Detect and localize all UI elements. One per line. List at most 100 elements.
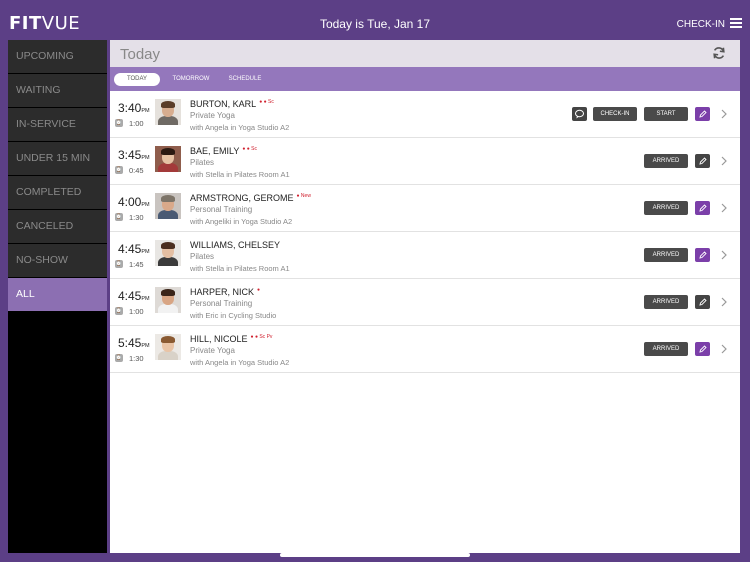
time-ampm: PM (141, 202, 150, 208)
instructor-location: with Angela in Yoga Studio A2 (190, 123, 290, 132)
chevron-right-icon[interactable] (720, 107, 728, 121)
time-value: 4:45 (118, 289, 142, 303)
appointment-time: 3:40PM (118, 101, 150, 115)
duration-icon: ⌚ (115, 166, 123, 174)
tab-schedule[interactable]: SCHEDULE (222, 73, 268, 86)
appointment-duration: 0:45 (129, 166, 144, 175)
checkin-link[interactable]: CHECK-IN (677, 19, 725, 30)
time-ampm: PM (141, 155, 150, 161)
chevron-right-icon[interactable] (720, 201, 728, 215)
chevron-right-icon[interactable] (720, 295, 728, 309)
time-value: 3:40 (118, 101, 142, 115)
pencil-icon[interactable] (695, 201, 710, 215)
status-sidebar: UPCOMING WAITING IN-SERVICE UNDER 15 MIN… (8, 40, 107, 553)
pencil-icon[interactable] (695, 295, 710, 309)
tab-tomorrow[interactable]: TOMORROW (168, 73, 214, 86)
client-name: ARMSTRONG, GEROME (190, 193, 294, 203)
page-title: Today (120, 46, 161, 63)
arrived-button[interactable]: ARRIVED (644, 295, 688, 309)
refresh-icon[interactable] (712, 46, 726, 60)
appointment-row[interactable]: 5:45PM ⌚ 1:30 HILL, NICOLE ● ● Sc Pv Priv… (110, 326, 740, 373)
client-avatar (155, 146, 181, 172)
sidebar-item-under-15-min[interactable]: UNDER 15 MIN (8, 142, 107, 175)
arrived-button[interactable]: ARRIVED (644, 154, 688, 168)
appointment-row[interactable]: 4:00PM ⌚ 1:30 ARMSTRONG, GEROME ● New Per… (110, 185, 740, 232)
time-value: 5:45 (118, 336, 142, 350)
appointment-duration: 1:00 (129, 119, 144, 128)
appointment-time: 4:45PM (118, 289, 150, 303)
appointment-row[interactable]: 4:45PM ⌚ 1:45 WILLIAMS, CHELSEY Pilates … (110, 232, 740, 279)
arrived-button[interactable]: ARRIVED (644, 342, 688, 356)
sidebar-item-all[interactable]: ALL (8, 278, 107, 311)
client-name-line: ARMSTRONG, GEROME ● New (190, 193, 311, 203)
chevron-right-icon[interactable] (720, 154, 728, 168)
pencil-icon[interactable] (695, 107, 710, 121)
tab-today[interactable]: TODAY (114, 73, 160, 86)
sidebar-item-no-show[interactable]: NO-SHOW (8, 244, 107, 277)
appointment-duration: 1:30 (129, 354, 144, 363)
client-flags: ● ● Sc Pv (250, 334, 273, 340)
appointment-duration: 1:00 (129, 307, 144, 316)
time-value: 4:00 (118, 195, 142, 209)
day-tabs: TODAY TOMORROW SCHEDULE (110, 67, 740, 91)
client-avatar (155, 193, 181, 219)
client-name-line: HILL, NICOLE ● ● Sc Pv (190, 334, 272, 344)
today-date-label: Today is Tue, Jan 17 (319, 17, 431, 31)
client-name: HARPER, NICK (190, 287, 255, 297)
duration-icon: ⌚ (115, 354, 123, 362)
panel-header: Today (110, 40, 740, 67)
service-name: Pilates (190, 158, 215, 167)
client-name-line: BURTON, KARL ● ● Sc (190, 99, 274, 109)
appointment-time: 4:45PM (118, 242, 150, 256)
arrived-button[interactable]: ARRIVED (644, 201, 688, 215)
time-ampm: PM (141, 249, 150, 255)
sidebar-item-completed[interactable]: COMPLETED (8, 176, 107, 209)
appointment-time: 5:45PM (118, 336, 150, 350)
time-ampm: PM (141, 108, 150, 114)
instructor-location: with Angeliki in Yoga Studio A2 (190, 217, 293, 226)
checkin-button[interactable]: CHECK-IN (593, 107, 637, 121)
home-indicator[interactable] (280, 553, 470, 557)
start-button[interactable]: START (644, 107, 688, 121)
client-avatar (155, 287, 181, 313)
appointment-list: 3:40PM ⌚ 1:00 BURTON, KARL ● ● Sc Private… (110, 91, 740, 373)
pencil-icon[interactable] (695, 154, 710, 168)
client-flags: ● (257, 287, 261, 293)
time-value: 4:45 (118, 242, 142, 256)
appointment-row[interactable]: 3:45PM ⌚ 0:45 BAE, EMILY ● ● Sc Pilates w… (110, 138, 740, 185)
sidebar-item-waiting[interactable]: WAITING (8, 74, 107, 107)
appointment-row[interactable]: 4:45PM ⌚ 1:00 HARPER, NICK ● Personal Tra… (110, 279, 740, 326)
client-name-line: BAE, EMILY ● ● Sc (190, 146, 257, 156)
client-flags: ● New (296, 193, 311, 199)
pencil-icon[interactable] (695, 342, 710, 356)
appointment-row[interactable]: 3:40PM ⌚ 1:00 BURTON, KARL ● ● Sc Private… (110, 91, 740, 138)
duration-icon: ⌚ (115, 119, 123, 127)
service-name: Personal Training (190, 299, 253, 308)
pencil-icon[interactable] (695, 248, 710, 262)
time-value: 3:45 (118, 148, 142, 162)
service-name: Pilates (190, 252, 215, 261)
chat-icon[interactable] (572, 107, 587, 121)
appointment-duration: 1:45 (129, 260, 144, 269)
client-name: HILL, NICOLE (190, 334, 248, 344)
chevron-right-icon[interactable] (720, 248, 728, 262)
instructor-location: with Eric in Cycling Studio (190, 311, 277, 320)
arrived-button[interactable]: ARRIVED (644, 248, 688, 262)
client-avatar (155, 240, 181, 266)
duration-icon: ⌚ (115, 260, 123, 268)
sidebar-item-in-service[interactable]: IN-SERVICE (8, 108, 107, 141)
chevron-right-icon[interactable] (720, 342, 728, 356)
client-avatar (155, 99, 181, 125)
appointment-time: 4:00PM (118, 195, 150, 209)
sidebar-item-canceled[interactable]: CANCELED (8, 210, 107, 243)
client-name: WILLIAMS, CHELSEY (190, 240, 281, 250)
instructor-location: with Stella in Pilates Room A1 (190, 170, 290, 179)
time-ampm: PM (141, 296, 150, 302)
service-name: Private Yoga (190, 346, 235, 355)
top-bar: FITVUE Today is Tue, Jan 17 CHECK-IN (0, 0, 750, 42)
client-name-line: WILLIAMS, CHELSEY (190, 240, 283, 250)
sidebar-item-upcoming[interactable]: UPCOMING (8, 40, 107, 73)
client-name: BURTON, KARL (190, 99, 257, 109)
client-flags: ● ● Sc (259, 99, 274, 105)
hamburger-icon[interactable] (730, 18, 742, 28)
